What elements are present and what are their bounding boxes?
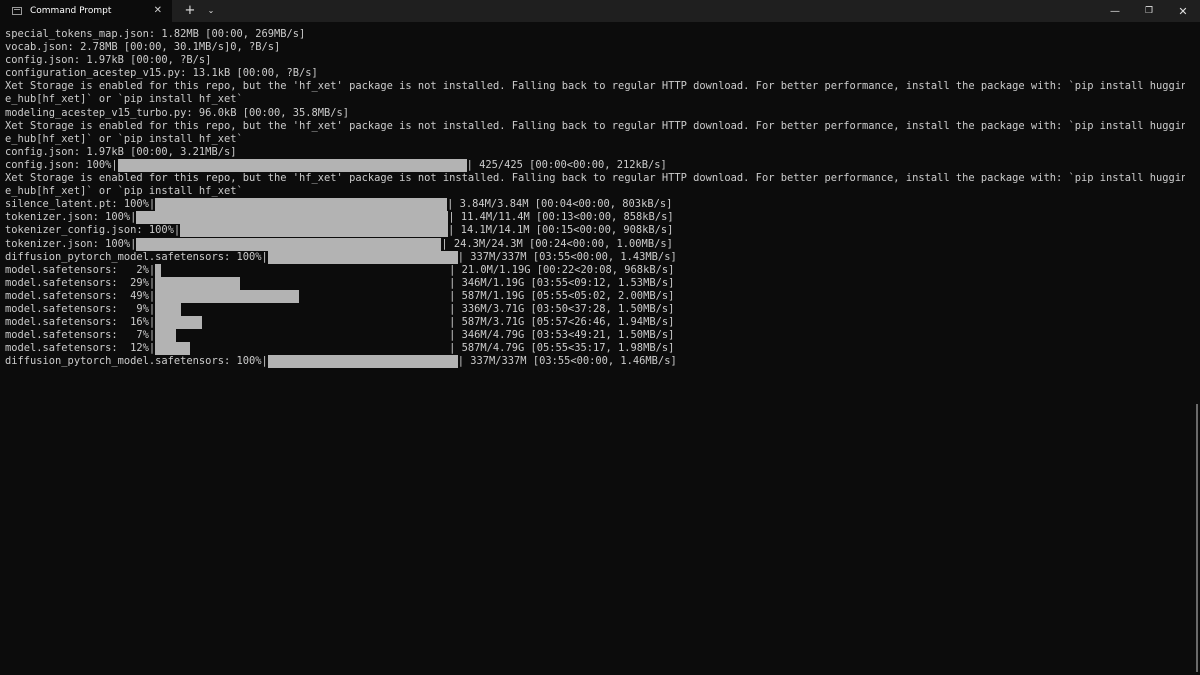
progress-bar xyxy=(155,289,449,303)
progress-bar-fill xyxy=(155,263,162,277)
progress-line: config.json: 100%| | 425/425 [00:00<00:0… xyxy=(5,159,1185,172)
progress-bar-fill xyxy=(136,237,442,251)
terminal-icon xyxy=(12,7,22,15)
progress-line: silence_latent.pt: 100%| | 3.84M/3.84M [… xyxy=(5,198,1185,212)
maximize-button[interactable]: ❐ xyxy=(1132,0,1166,22)
progress-bar-fill xyxy=(155,329,177,343)
progress-line: tokenizer.json: 100%| | 24.3M/24.3M [00:… xyxy=(5,238,1185,251)
progress-bar-fill xyxy=(155,198,448,212)
progress-stats: | 337M/337M [03:55<00:00, 1.46MB/s] xyxy=(457,355,677,368)
progress-bar xyxy=(155,263,449,277)
progress-bar-fill xyxy=(267,355,458,369)
progress-label: model.safetensors: 29%| xyxy=(5,276,156,289)
progress-line: diffusion_pytorch_model.safetensors: 100… xyxy=(5,251,1185,264)
progress-label: tokenizer.json: 100%| xyxy=(5,237,137,250)
terminal-line: e_hub[hf_xet]` or `pip install hf_xet` xyxy=(5,185,243,198)
progress-bar xyxy=(155,198,448,212)
progress-bar xyxy=(155,276,449,290)
chevron-down-icon[interactable]: ⌄ xyxy=(204,0,218,22)
terminal-line: e_hub[hf_xet]` or `pip install hf_xet` xyxy=(5,93,243,106)
progress-bar xyxy=(117,158,467,172)
terminal-line: modeling_acestep_v15_turbo.py: 96.0kB [0… xyxy=(5,106,350,119)
terminal-output[interactable]: special_tokens_map.json: 1.82MB [00:00, … xyxy=(5,28,1185,673)
progress-stats: | 3.84M/3.84M [00:04<00:00, 803kB/s] xyxy=(447,198,673,211)
progress-bar-fill xyxy=(155,342,191,356)
progress-line: model.safetensors: 9%| | 336M/3.71G [03:… xyxy=(5,302,1185,317)
terminal-line: config.json: 1.97kB [00:00, 3.21MB/s] xyxy=(5,145,237,158)
progress-stats: | 11.4M/11.4M [00:13<00:00, 858kB/s] xyxy=(448,211,674,224)
terminal-line: Xet Storage is enabled for this repo, bu… xyxy=(5,172,1185,185)
progress-label: tokenizer.json: 100%| xyxy=(5,211,137,224)
progress-bar xyxy=(155,342,449,356)
progress-line: model.safetensors: 29%| | 346M/1.19G [03… xyxy=(5,277,1185,290)
new-tab-button[interactable]: + xyxy=(182,0,198,22)
progress-bar-fill xyxy=(117,158,467,172)
progress-bar-fill xyxy=(136,211,449,225)
progress-bar xyxy=(136,237,442,251)
terminal-line: config.json: 1.97kB [00:00, ?B/s] xyxy=(5,54,212,67)
progress-stats: | 24.3M/24.3M [00:24<00:00, 1.00MB/s] xyxy=(441,237,673,250)
progress-stats: | 425/425 [00:00<00:00, 212kB/s] xyxy=(466,158,667,171)
progress-line: model.safetensors: 2%| | 21.0M/1.19G [00… xyxy=(5,264,1185,277)
progress-bar xyxy=(267,355,458,369)
terminal-line: e_hub[hf_xet]` or `pip install hf_xet` xyxy=(5,132,243,145)
progress-label: diffusion_pytorch_model.safetensors: 100… xyxy=(5,250,268,263)
progress-label: model.safetensors: 9%| xyxy=(5,302,156,315)
progress-stats: | 21.0M/1.19G [00:22<20:08, 968kB/s] xyxy=(449,263,675,276)
title-bar: Command Prompt ✕ + ⌄ — ❐ ✕ xyxy=(0,0,1200,22)
progress-line: tokenizer.json: 100%| | 11.4M/11.4M [00:… xyxy=(5,211,1185,225)
progress-bar xyxy=(155,329,449,343)
terminal-scrollbar[interactable] xyxy=(1196,404,1198,672)
progress-stats: | 14.1M/14.1M [00:15<00:00, 908kB/s] xyxy=(448,224,674,237)
progress-bar-fill xyxy=(155,316,203,330)
tab-command-prompt[interactable]: Command Prompt ✕ xyxy=(0,0,172,22)
progress-bar-fill xyxy=(155,276,241,290)
progress-line: model.safetensors: 49%| | 587M/1.19G [05… xyxy=(5,290,1185,303)
tab-close-icon[interactable]: ✕ xyxy=(154,5,162,17)
window-controls: — ❐ ✕ xyxy=(1098,0,1200,22)
progress-bar-fill xyxy=(267,250,458,264)
progress-bar-fill xyxy=(155,303,182,317)
progress-line: model.safetensors: 7%| | 346M/4.79G [03:… xyxy=(5,329,1185,343)
progress-line: model.safetensors: 16%| | 587M/3.71G [05… xyxy=(5,316,1185,330)
progress-stats: | 336M/3.71G [03:50<37:28, 1.50MB/s] xyxy=(449,302,675,315)
progress-label: model.safetensors: 2%| xyxy=(5,263,156,276)
progress-stats: | 587M/4.79G [05:55<35:17, 1.98MB/s] xyxy=(449,342,675,355)
progress-stats: | 587M/1.19G [05:55<05:02, 2.00MB/s] xyxy=(449,289,675,302)
progress-label: model.safetensors: 7%| xyxy=(5,329,156,342)
progress-stats: | 337M/337M [03:55<00:00, 1.43MB/s] xyxy=(457,250,677,263)
progress-label: silence_latent.pt: 100%| xyxy=(5,198,156,211)
close-button[interactable]: ✕ xyxy=(1166,0,1200,22)
progress-bar xyxy=(267,250,458,264)
progress-stats: | 346M/4.79G [03:53<49:21, 1.50MB/s] xyxy=(449,329,675,342)
progress-bar xyxy=(155,316,449,330)
progress-label: diffusion_pytorch_model.safetensors: 100… xyxy=(5,355,268,368)
progress-bar xyxy=(180,224,449,238)
progress-bar xyxy=(155,303,449,317)
terminal-line: vocab.json: 2.78MB [00:00, 30.1MB/s]0, ?… xyxy=(5,41,281,54)
progress-label: tokenizer_config.json: 100%| xyxy=(5,224,181,237)
progress-bar-fill xyxy=(180,224,449,238)
progress-line: tokenizer_config.json: 100%| | 14.1M/14.… xyxy=(5,224,1185,238)
progress-stats: | 587M/3.71G [05:57<26:46, 1.94MB/s] xyxy=(449,316,675,329)
minimize-button[interactable]: — xyxy=(1098,0,1132,22)
progress-bar xyxy=(136,211,449,225)
progress-label: model.safetensors: 16%| xyxy=(5,316,156,329)
tab-title: Command Prompt xyxy=(30,6,112,16)
progress-bar-fill xyxy=(155,289,300,303)
progress-line: model.safetensors: 12%| | 587M/4.79G [05… xyxy=(5,342,1185,356)
progress-stats: | 346M/1.19G [03:55<09:12, 1.53MB/s] xyxy=(449,276,675,289)
progress-label: config.json: 100%| xyxy=(5,158,118,171)
terminal-line: special_tokens_map.json: 1.82MB [00:00, … xyxy=(5,28,306,40)
progress-label: model.safetensors: 12%| xyxy=(5,342,156,355)
terminal-line: Xet Storage is enabled for this repo, bu… xyxy=(5,119,1185,132)
command-prompt-window: Command Prompt ✕ + ⌄ — ❐ ✕ special_token… xyxy=(0,0,1200,675)
terminal-line: Xet Storage is enabled for this repo, bu… xyxy=(5,80,1185,93)
progress-label: model.safetensors: 49%| xyxy=(5,289,156,302)
progress-line: diffusion_pytorch_model.safetensors: 100… xyxy=(5,355,1185,369)
terminal-line: configuration_acestep_v15.py: 13.1kB [00… xyxy=(5,67,318,80)
